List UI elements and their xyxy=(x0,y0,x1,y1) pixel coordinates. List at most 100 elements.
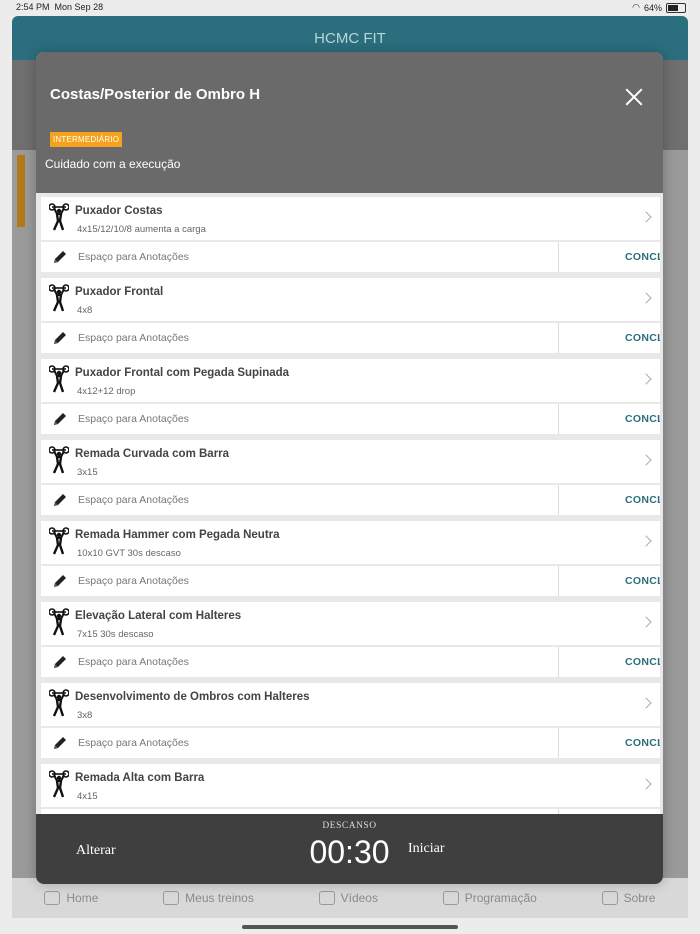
notes-input[interactable]: Espaço para Anotações xyxy=(78,656,189,668)
chevron-right-icon xyxy=(640,778,652,790)
weightlifter-icon xyxy=(48,527,70,555)
status-right: ◠ 64% xyxy=(632,2,686,13)
dumbbell-icon xyxy=(163,891,180,905)
complete-button[interactable]: CONCL xyxy=(625,737,660,749)
divider xyxy=(558,566,559,596)
tab-label: Sobre xyxy=(623,891,656,905)
notes-input[interactable]: Espaço para Anotações xyxy=(78,251,189,263)
complete-button[interactable]: CONCL xyxy=(625,332,660,344)
exercise-name: Remada Alta com Barra xyxy=(75,772,205,784)
rest-timer-footer: Alterar DESCANSO 00:30 Iniciar xyxy=(36,814,663,884)
pencil-icon xyxy=(53,250,67,264)
notes-input[interactable]: Espaço para Anotações xyxy=(78,737,189,749)
exercise-row[interactable]: Puxador Frontal 4x8 xyxy=(41,278,660,321)
divider xyxy=(558,242,559,272)
pencil-icon xyxy=(53,493,67,507)
exercise-row[interactable]: Remada Alta com Barra 4x15 xyxy=(41,764,660,807)
weightlifter-icon xyxy=(48,203,70,231)
video-icon xyxy=(318,891,335,905)
exercise-name: Puxador Frontal com Pegada Supinada xyxy=(75,367,290,379)
exercise-row[interactable]: Puxador Frontal com Pegada Supinada 4x12+… xyxy=(41,359,660,402)
chevron-right-icon xyxy=(640,454,652,466)
tab-label: Meus treinos xyxy=(185,891,254,905)
tab-3[interactable]: Programação xyxy=(442,891,537,905)
exercise-row[interactable]: Remada Curvada com Barra 3x15 xyxy=(41,440,660,483)
exercise-detail: 4x15 xyxy=(77,791,98,802)
divider xyxy=(558,485,559,515)
exercise-detail: 7x15 30s descaso xyxy=(77,629,154,640)
pencil-icon xyxy=(53,574,67,588)
rest-label: DESCANSO xyxy=(322,821,377,831)
notes-input[interactable]: Espaço para Anotações xyxy=(78,413,189,425)
exercise-list[interactable]: Puxador Costas 4x15/12/10/8 aumenta a car… xyxy=(36,193,663,814)
calendar-icon xyxy=(442,891,459,905)
tab-4[interactable]: Sobre xyxy=(601,891,656,905)
chevron-right-icon xyxy=(640,697,652,709)
chevron-right-icon xyxy=(640,373,652,385)
divider xyxy=(558,647,559,677)
bottom-tab-bar: Home Meus treinos Vídeos Programação Sobre xyxy=(12,878,688,918)
chevron-right-icon xyxy=(640,616,652,628)
tab-label: Vídeos xyxy=(340,891,378,905)
exercise-name: Desenvolvimento de Ombros com Halteres xyxy=(75,691,310,703)
divider xyxy=(558,728,559,758)
level-badge: INTERMEDIÁRIO xyxy=(50,132,123,147)
close-icon[interactable] xyxy=(625,88,643,106)
pencil-icon xyxy=(53,655,67,669)
complete-button[interactable]: CONCL xyxy=(625,413,660,425)
complete-button[interactable]: CONCL xyxy=(625,251,660,263)
complete-button[interactable]: CONCL xyxy=(625,656,660,668)
notes-input[interactable]: Espaço para Anotações xyxy=(78,332,189,344)
exercise-detail: 10x10 GVT 30s descaso xyxy=(77,548,181,559)
wifi-icon: ◠ xyxy=(632,2,640,12)
exercise-detail: 4x12+12 drop xyxy=(77,386,136,397)
rest-timer: 00:30 xyxy=(309,834,390,870)
start-button[interactable]: Iniciar xyxy=(408,841,445,857)
app-title: HCMC FIT xyxy=(314,30,386,47)
tab-label: Programação xyxy=(464,891,537,905)
notes-row: Espaço para Anotações CONCL xyxy=(41,728,660,758)
exercise-detail: 3x15 xyxy=(77,467,98,478)
exercise-detail: 4x15/12/10/8 aumenta a carga xyxy=(77,224,206,235)
pencil-icon xyxy=(53,736,67,750)
notes-row: Espaço para Anotações CONCL xyxy=(41,323,660,353)
exercise-row[interactable]: Desenvolvimento de Ombros com Halteres 3x… xyxy=(41,683,660,726)
exercise-row[interactable]: Puxador Costas 4x15/12/10/8 aumenta a car… xyxy=(41,197,660,240)
complete-button[interactable]: CONCL xyxy=(625,575,660,587)
notes-row: Espaço para Anotações CONCL xyxy=(41,566,660,596)
weightlifter-icon xyxy=(48,770,70,798)
exercise-name: Puxador Frontal xyxy=(75,286,164,298)
home-indicator xyxy=(242,925,458,929)
battery-percent: 64% xyxy=(643,2,662,13)
tab-0[interactable]: Home xyxy=(44,891,98,905)
weightlifter-icon xyxy=(48,446,70,474)
chevron-right-icon xyxy=(640,535,652,547)
weightlifter-icon xyxy=(48,365,70,393)
notes-input[interactable]: Espaço para Anotações xyxy=(78,494,189,506)
pencil-icon xyxy=(53,412,67,426)
weightlifter-icon xyxy=(48,689,70,717)
tab-1[interactable]: Meus treinos xyxy=(163,891,254,905)
exercise-name: Remada Hammer com Pegada Neutra xyxy=(75,529,280,541)
notes-input[interactable]: Espaço para Anotações xyxy=(78,575,189,587)
pencil-icon xyxy=(53,331,67,345)
divider xyxy=(558,404,559,434)
exercise-row[interactable]: Elevação Lateral com Halteres 7x15 30s de… xyxy=(41,602,660,645)
exercise-name: Puxador Costas xyxy=(75,205,163,217)
status-time: 2:54 PM Mon Sep 28 xyxy=(16,2,104,12)
exercise-name: Elevação Lateral com Halteres xyxy=(75,610,242,622)
notes-row: Espaço para Anotações CONCL xyxy=(41,242,660,272)
chevron-right-icon xyxy=(640,292,652,304)
exercise-row[interactable]: Remada Hammer com Pegada Neutra 10x10 GVT… xyxy=(41,521,660,564)
divider xyxy=(558,323,559,353)
tab-2[interactable]: Vídeos xyxy=(318,891,378,905)
complete-button[interactable]: CONCL xyxy=(625,494,660,506)
workout-modal: Costas/Posterior de Ombro H INTERMEDIÁRI… xyxy=(36,52,663,884)
exercise-detail: 3x8 xyxy=(77,710,93,721)
chevron-right-icon xyxy=(640,211,652,223)
notes-row: Espaço para Anotações CONCL xyxy=(41,647,660,677)
battery-icon xyxy=(666,2,686,13)
info-icon xyxy=(601,891,618,905)
home-icon xyxy=(44,891,61,905)
notes-row: Espaço para Anotações CONCL xyxy=(41,485,660,515)
